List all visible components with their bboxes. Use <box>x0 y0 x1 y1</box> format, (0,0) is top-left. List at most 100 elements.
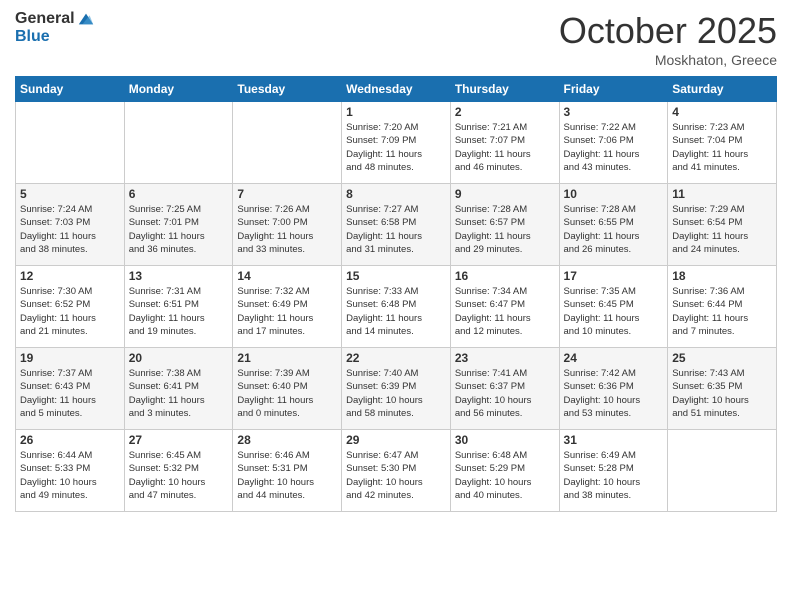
week-row-0: 1 Sunrise: 7:20 AM Sunset: 7:09 PM Daylig… <box>16 102 777 184</box>
calendar-cell-3-5: 24 Sunrise: 7:42 AM Sunset: 6:36 PM Dayli… <box>559 348 668 430</box>
day-number: 31 <box>564 433 664 447</box>
col-tuesday: Tuesday <box>233 77 342 102</box>
day-info: Sunrise: 7:20 AM Sunset: 7:09 PM Dayligh… <box>346 121 446 174</box>
calendar-cell-0-1 <box>124 102 233 184</box>
calendar-cell-1-3: 8Sunrise: 7:27 AM Sunset: 6:58 PM Daylig… <box>342 184 451 266</box>
week-row-4: 26 Sunrise: 6:44 AM Sunset: 5:33 PM Dayli… <box>16 430 777 512</box>
day-number: 6 <box>129 187 229 201</box>
calendar-cell-2-6: 18 Sunrise: 7:36 AM Sunset: 6:44 PM Dayli… <box>668 266 777 348</box>
col-thursday: Thursday <box>450 77 559 102</box>
day-number: 26 <box>20 433 120 447</box>
day-info: Sunrise: 7:27 AM Sunset: 6:58 PM Dayligh… <box>346 203 446 256</box>
day-info: Sunrise: 6:46 AM Sunset: 5:31 PM Dayligh… <box>237 449 337 502</box>
page: General Blue October 2025 Moskhaton, Gre… <box>0 0 792 612</box>
day-info: Sunrise: 7:28 AM Sunset: 6:55 PM Dayligh… <box>564 203 664 256</box>
calendar-cell-3-4: 23 Sunrise: 7:41 AM Sunset: 6:37 PM Dayli… <box>450 348 559 430</box>
title-block: October 2025 Moskhaton, Greece <box>559 10 777 68</box>
calendar-cell-2-5: 17 Sunrise: 7:35 AM Sunset: 6:45 PM Dayli… <box>559 266 668 348</box>
day-info: Sunrise: 7:34 AM Sunset: 6:47 PM Dayligh… <box>455 285 555 338</box>
day-number: 18 <box>672 269 772 283</box>
calendar-cell-4-4: 30Sunrise: 6:48 AM Sunset: 5:29 PM Dayli… <box>450 430 559 512</box>
calendar-table: Sunday Monday Tuesday Wednesday Thursday… <box>15 76 777 512</box>
month-title: October 2025 <box>559 10 777 52</box>
day-number: 17 <box>564 269 664 283</box>
calendar-cell-4-1: 27 Sunrise: 6:45 AM Sunset: 5:32 PM Dayli… <box>124 430 233 512</box>
calendar-cell-2-4: 16Sunrise: 7:34 AM Sunset: 6:47 PM Dayli… <box>450 266 559 348</box>
day-info: Sunrise: 7:25 AM Sunset: 7:01 PM Dayligh… <box>129 203 229 256</box>
calendar-cell-1-0: 5 Sunrise: 7:24 AM Sunset: 7:03 PM Daylig… <box>16 184 125 266</box>
day-number: 20 <box>129 351 229 365</box>
calendar-cell-1-2: 7Sunrise: 7:26 AM Sunset: 7:00 PM Daylig… <box>233 184 342 266</box>
day-number: 25 <box>672 351 772 365</box>
day-number: 5 <box>20 187 120 201</box>
day-info: Sunrise: 6:47 AM Sunset: 5:30 PM Dayligh… <box>346 449 446 502</box>
day-number: 13 <box>129 269 229 283</box>
day-number: 28 <box>237 433 337 447</box>
day-number: 10 <box>564 187 664 201</box>
calendar-cell-2-3: 15 Sunrise: 7:33 AM Sunset: 6:48 PM Dayli… <box>342 266 451 348</box>
calendar-cell-4-6 <box>668 430 777 512</box>
calendar-header-row: Sunday Monday Tuesday Wednesday Thursday… <box>16 77 777 102</box>
day-number: 4 <box>672 105 772 119</box>
day-info: Sunrise: 7:36 AM Sunset: 6:44 PM Dayligh… <box>672 285 772 338</box>
day-info: Sunrise: 7:28 AM Sunset: 6:57 PM Dayligh… <box>455 203 555 256</box>
calendar-cell-4-2: 28 Sunrise: 6:46 AM Sunset: 5:31 PM Dayli… <box>233 430 342 512</box>
calendar-cell-2-2: 14 Sunrise: 7:32 AM Sunset: 6:49 PM Dayli… <box>233 266 342 348</box>
day-number: 7 <box>237 187 337 201</box>
col-wednesday: Wednesday <box>342 77 451 102</box>
day-info: Sunrise: 7:42 AM Sunset: 6:36 PM Dayligh… <box>564 367 664 420</box>
day-number: 11 <box>672 187 772 201</box>
calendar-cell-0-5: 3Sunrise: 7:22 AM Sunset: 7:06 PM Daylig… <box>559 102 668 184</box>
col-sunday: Sunday <box>16 77 125 102</box>
header: General Blue October 2025 Moskhaton, Gre… <box>15 10 777 68</box>
day-info: Sunrise: 7:22 AM Sunset: 7:06 PM Dayligh… <box>564 121 664 174</box>
day-info: Sunrise: 7:24 AM Sunset: 7:03 PM Dayligh… <box>20 203 120 256</box>
day-info: Sunrise: 7:38 AM Sunset: 6:41 PM Dayligh… <box>129 367 229 420</box>
calendar-cell-4-3: 29 Sunrise: 6:47 AM Sunset: 5:30 PM Dayli… <box>342 430 451 512</box>
logo-general: General <box>15 10 75 28</box>
calendar-cell-3-3: 22Sunrise: 7:40 AM Sunset: 6:39 PM Dayli… <box>342 348 451 430</box>
calendar-cell-0-0 <box>16 102 125 184</box>
calendar-cell-2-0: 12Sunrise: 7:30 AM Sunset: 6:52 PM Dayli… <box>16 266 125 348</box>
day-info: Sunrise: 7:43 AM Sunset: 6:35 PM Dayligh… <box>672 367 772 420</box>
day-info: Sunrise: 7:41 AM Sunset: 6:37 PM Dayligh… <box>455 367 555 420</box>
day-number: 23 <box>455 351 555 365</box>
day-number: 15 <box>346 269 446 283</box>
week-row-1: 5 Sunrise: 7:24 AM Sunset: 7:03 PM Daylig… <box>16 184 777 266</box>
calendar-cell-3-0: 19 Sunrise: 7:37 AM Sunset: 6:43 PM Dayli… <box>16 348 125 430</box>
day-info: Sunrise: 6:45 AM Sunset: 5:32 PM Dayligh… <box>129 449 229 502</box>
day-number: 9 <box>455 187 555 201</box>
calendar-cell-4-5: 31Sunrise: 6:49 AM Sunset: 5:28 PM Dayli… <box>559 430 668 512</box>
day-number: 22 <box>346 351 446 365</box>
calendar-cell-1-6: 11 Sunrise: 7:29 AM Sunset: 6:54 PM Dayli… <box>668 184 777 266</box>
calendar-cell-3-2: 21 Sunrise: 7:39 AM Sunset: 6:40 PM Dayli… <box>233 348 342 430</box>
day-number: 19 <box>20 351 120 365</box>
day-number: 2 <box>455 105 555 119</box>
day-number: 14 <box>237 269 337 283</box>
col-saturday: Saturday <box>668 77 777 102</box>
day-info: Sunrise: 7:35 AM Sunset: 6:45 PM Dayligh… <box>564 285 664 338</box>
day-info: Sunrise: 7:33 AM Sunset: 6:48 PM Dayligh… <box>346 285 446 338</box>
day-number: 27 <box>129 433 229 447</box>
day-info: Sunrise: 6:44 AM Sunset: 5:33 PM Dayligh… <box>20 449 120 502</box>
day-info: Sunrise: 7:32 AM Sunset: 6:49 PM Dayligh… <box>237 285 337 338</box>
logo-blue: Blue <box>15 28 95 46</box>
day-number: 29 <box>346 433 446 447</box>
calendar-cell-1-1: 6 Sunrise: 7:25 AM Sunset: 7:01 PM Daylig… <box>124 184 233 266</box>
day-info: Sunrise: 7:23 AM Sunset: 7:04 PM Dayligh… <box>672 121 772 174</box>
calendar-cell-0-3: 1 Sunrise: 7:20 AM Sunset: 7:09 PM Daylig… <box>342 102 451 184</box>
day-info: Sunrise: 7:37 AM Sunset: 6:43 PM Dayligh… <box>20 367 120 420</box>
day-info: Sunrise: 7:39 AM Sunset: 6:40 PM Dayligh… <box>237 367 337 420</box>
calendar-cell-3-6: 25 Sunrise: 7:43 AM Sunset: 6:35 PM Dayli… <box>668 348 777 430</box>
logo-text: General Blue <box>15 10 95 46</box>
day-number: 24 <box>564 351 664 365</box>
week-row-2: 12Sunrise: 7:30 AM Sunset: 6:52 PM Dayli… <box>16 266 777 348</box>
location-subtitle: Moskhaton, Greece <box>559 52 777 68</box>
week-row-3: 19 Sunrise: 7:37 AM Sunset: 6:43 PM Dayli… <box>16 348 777 430</box>
day-info: Sunrise: 7:30 AM Sunset: 6:52 PM Dayligh… <box>20 285 120 338</box>
day-info: Sunrise: 7:29 AM Sunset: 6:54 PM Dayligh… <box>672 203 772 256</box>
calendar-cell-0-6: 4 Sunrise: 7:23 AM Sunset: 7:04 PM Daylig… <box>668 102 777 184</box>
day-number: 21 <box>237 351 337 365</box>
day-number: 1 <box>346 105 446 119</box>
col-friday: Friday <box>559 77 668 102</box>
